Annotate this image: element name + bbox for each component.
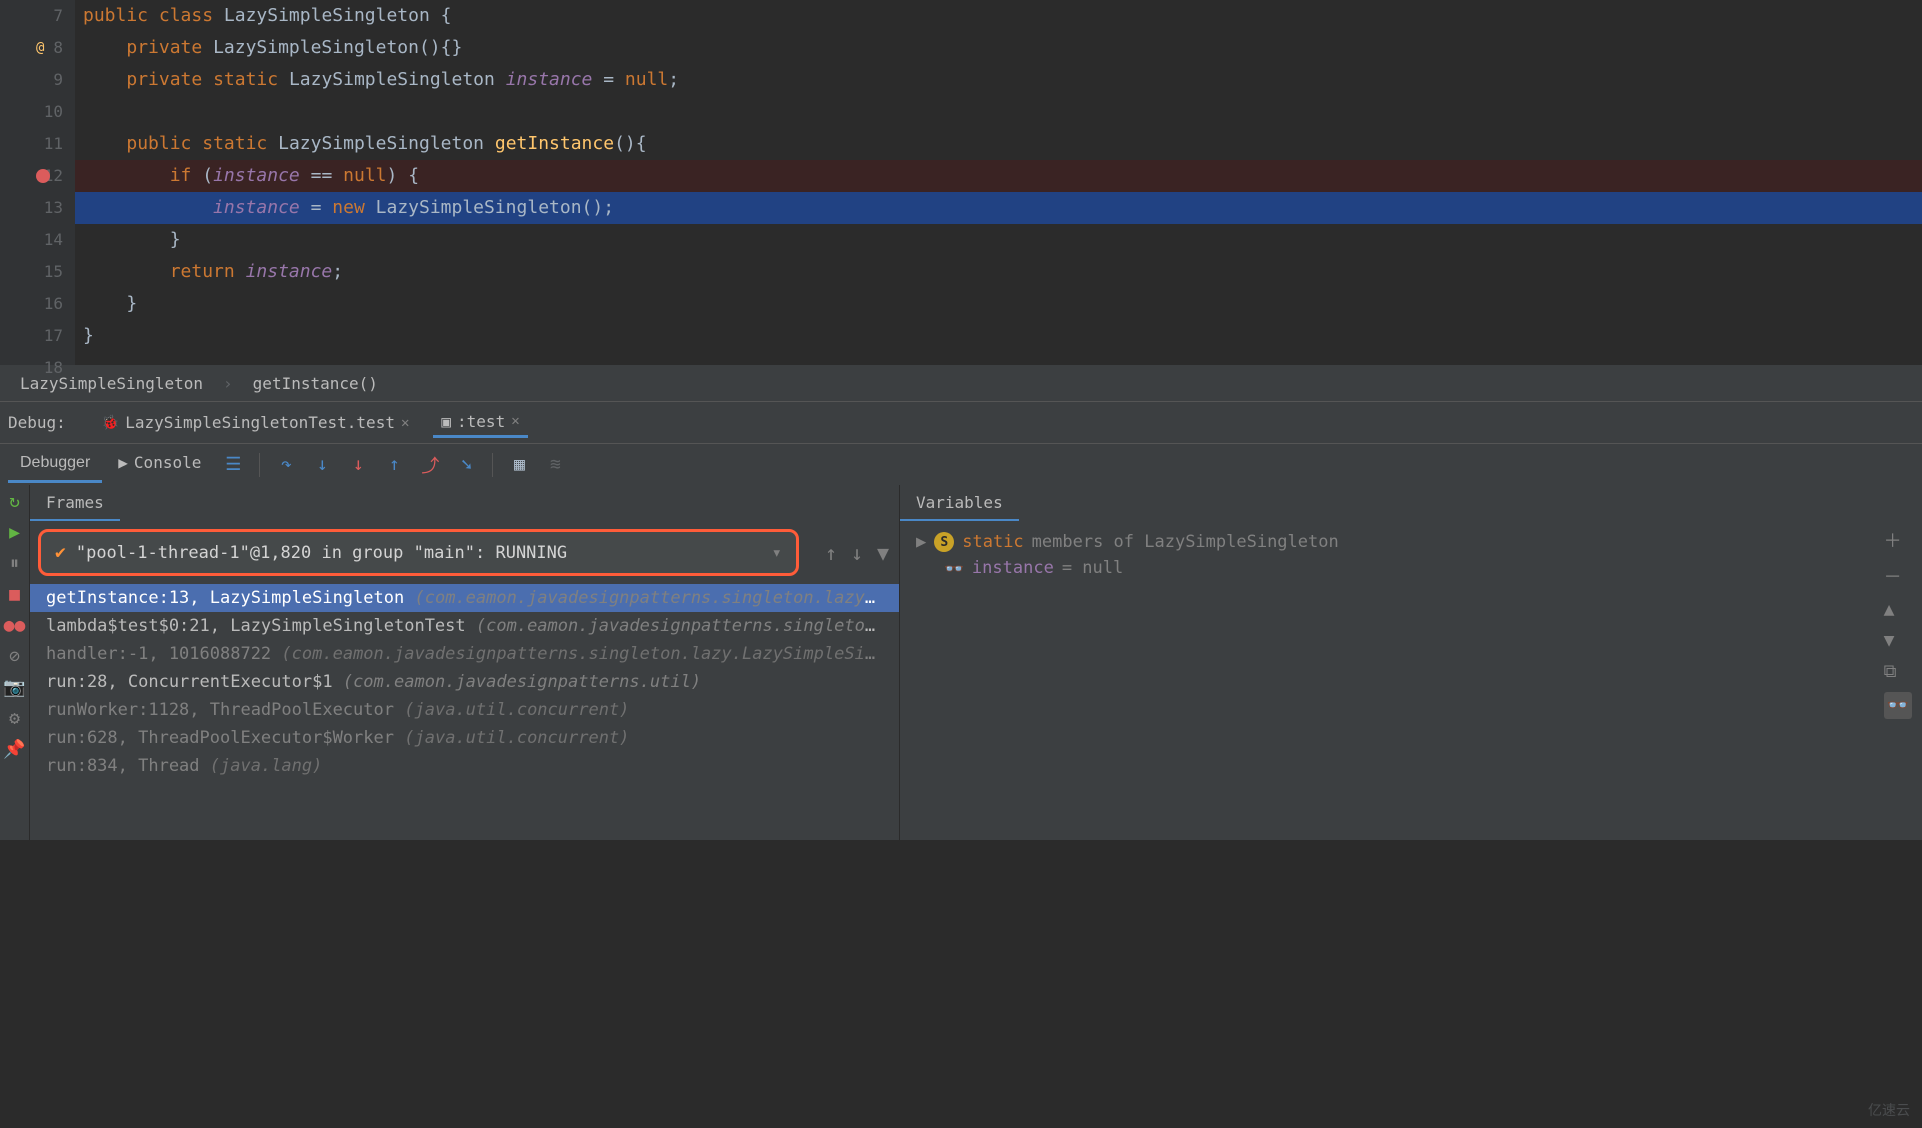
close-icon[interactable]: ✕ [401, 415, 409, 431]
separator [259, 453, 260, 477]
force-step-into-icon[interactable]: ↓ [342, 449, 374, 481]
up-icon[interactable]: ▲ [1884, 599, 1912, 620]
frame-row[interactable]: lambda$test$0:21, LazySimpleSingletonTes… [30, 612, 899, 640]
line-number: 18 [0, 352, 63, 384]
drop-frame-icon[interactable]: ⤴ [414, 449, 446, 481]
watches-icon[interactable]: 👓 [1884, 692, 1912, 719]
code-editor[interactable]: 7 @8 9 10 11 12 13 14 15 16 17 18 public… [0, 0, 1922, 365]
breakpoint-icon[interactable] [36, 169, 50, 183]
variables-tree[interactable]: ▶ S static members of LazySimpleSingleto… [900, 521, 1922, 589]
view-breakpoints-icon[interactable]: ●● [4, 615, 26, 636]
static-badge-icon: S [934, 532, 954, 552]
add-watch-icon[interactable]: ＋ [1884, 527, 1912, 553]
tab-debugger[interactable]: Debugger [8, 446, 102, 483]
dump-icon[interactable]: 📷 [3, 677, 25, 698]
frame-row[interactable]: run:28, ConcurrentExecutor$1 (com.eamon.… [30, 668, 899, 696]
variables-panel: Variables ▶ S static members of LazySimp… [900, 485, 1922, 840]
play-icon: ▶ [118, 453, 128, 472]
thread-label: "pool-1-thread-1"@1,820 in group "main":… [76, 543, 567, 563]
pause-icon[interactable]: ⏸ [10, 553, 19, 574]
override-icon: @ [36, 32, 44, 64]
line-number: 7 [0, 0, 63, 32]
frames-list[interactable]: getInstance:13, LazySimpleSingleton (com… [30, 584, 899, 840]
threads-icon[interactable]: ☰ [217, 449, 249, 481]
variable-row[interactable]: ▶ S static members of LazySimpleSingleto… [916, 529, 1906, 555]
line-number: 14 [0, 224, 63, 256]
rerun-icon[interactable]: ↻ [9, 491, 20, 512]
debug-label: Debug: [8, 413, 66, 432]
bug-icon: 🐞 [102, 415, 119, 431]
stop-icon[interactable]: ■ [9, 584, 20, 605]
pin-icon[interactable]: 📌 [3, 739, 25, 760]
frames-panel: Frames ✔ "pool-1-thread-1"@1,820 in grou… [30, 485, 900, 840]
line-number: @8 [0, 32, 63, 64]
line-number: 9 [0, 64, 63, 96]
debug-tab-label: LazySimpleSingletonTest.test [125, 413, 395, 432]
line-number: 15 [0, 256, 63, 288]
expand-icon[interactable]: ▶ [916, 532, 926, 552]
mute-breakpoints-icon[interactable]: ⊘ [9, 646, 20, 667]
debug-side-toolbar: ↻ ▶ ⏸ ■ ●● ⊘ 📷 ⚙ 📌 [0, 485, 30, 840]
remove-watch-icon[interactable]: － [1884, 563, 1912, 589]
thread-selector[interactable]: ✔ "pool-1-thread-1"@1,820 in group "main… [38, 529, 799, 576]
step-over-icon[interactable]: ↷ [270, 449, 302, 481]
step-into-icon[interactable]: ↓ [306, 449, 338, 481]
close-icon[interactable]: ✕ [511, 413, 519, 429]
run-to-cursor-icon[interactable]: ➘ [450, 449, 482, 481]
line-number: 12 [0, 160, 63, 192]
line-number: 11 [0, 128, 63, 160]
frame-row[interactable]: handler:-1, 1016088722 (com.eamon.javade… [30, 640, 899, 668]
variables-side-toolbar: ＋ － ▲ ▼ ⧉ 👓 [1878, 521, 1918, 725]
gutter: 7 @8 9 10 11 12 13 14 15 16 17 18 [0, 0, 75, 365]
line-number: 13 [0, 192, 63, 224]
glasses-icon: 👓 [944, 559, 964, 578]
debug-tab[interactable]: 🐞 LazySimpleSingletonTest.test ✕ [94, 409, 418, 436]
frame-row[interactable]: run:628, ThreadPoolExecutor$Worker (java… [30, 724, 899, 752]
evaluate-icon[interactable]: ▦ [503, 449, 535, 481]
frame-row[interactable]: getInstance:13, LazySimpleSingleton (com… [30, 584, 899, 612]
copy-icon[interactable]: ⧉ [1884, 661, 1912, 682]
resume-icon[interactable]: ▶ [9, 522, 20, 543]
trace-icon[interactable]: ≋ [539, 449, 571, 481]
check-icon: ✔ [55, 542, 66, 563]
tab-console[interactable]: ▶Console [106, 445, 213, 484]
frame-row[interactable]: run:834, Thread (java.lang) [30, 752, 899, 780]
prev-frame-icon[interactable]: ↑ [825, 541, 837, 565]
debug-panel: ↻ ▶ ⏸ ■ ●● ⊘ 📷 ⚙ 📌 Frames ✔ "pool-1-thre… [0, 485, 1922, 840]
line-number: 17 [0, 320, 63, 352]
watermark: 亿速云 [1868, 1100, 1910, 1120]
step-out-icon[interactable]: ↑ [378, 449, 410, 481]
debug-tab-label: :test [457, 412, 505, 431]
line-number: 10 [0, 96, 63, 128]
filter-icon[interactable]: ▼ [877, 541, 889, 565]
gradle-icon: ▣ [441, 412, 451, 431]
code-content[interactable]: public class LazySimpleSingleton { priva… [75, 0, 1922, 365]
chevron-down-icon[interactable]: ▾ [772, 543, 782, 563]
debug-tabs-bar: Debug: 🐞 LazySimpleSingletonTest.test ✕ … [0, 401, 1922, 443]
frames-header[interactable]: Frames [30, 485, 120, 521]
frame-row[interactable]: runWorker:1128, ThreadPoolExecutor (java… [30, 696, 899, 724]
next-frame-icon[interactable]: ↓ [851, 541, 863, 565]
debugger-toolbar: Debugger ▶Console ☰ ↷ ↓ ↓ ↑ ⤴ ➘ ▦ ≋ [0, 443, 1922, 485]
down-icon[interactable]: ▼ [1884, 630, 1912, 651]
separator [492, 453, 493, 477]
debug-tab-active[interactable]: ▣ :test ✕ [433, 408, 527, 438]
settings-icon[interactable]: ⚙ [9, 708, 20, 729]
line-number: 16 [0, 288, 63, 320]
variables-header[interactable]: Variables [900, 485, 1019, 521]
variable-row[interactable]: 👓 instance = null [916, 555, 1906, 581]
